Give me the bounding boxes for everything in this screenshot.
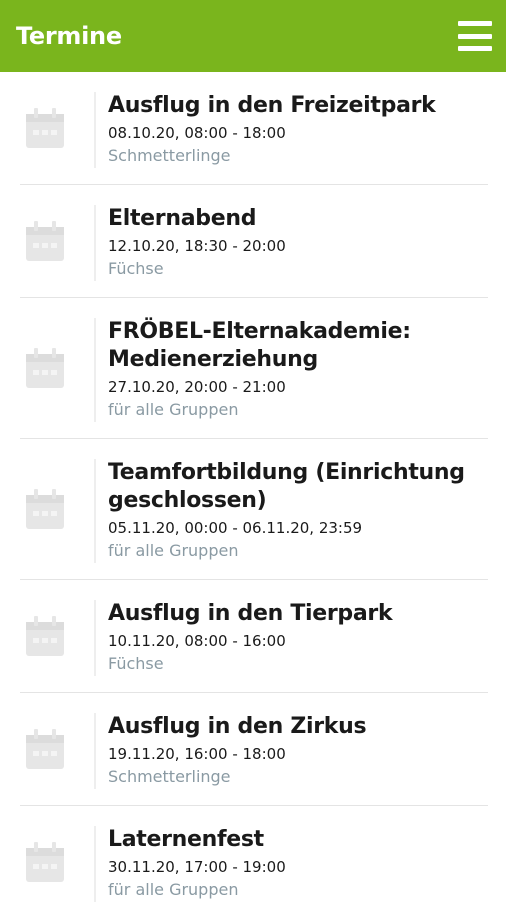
events-list: Ausflug in den Freizeitpark 08.10.20, 08…	[0, 72, 506, 918]
event-title: Ausflug in den Tierpark	[108, 601, 393, 626]
calendar-icon	[20, 185, 94, 297]
event-title: Teamfortbildung (Einrichtung geschlossen…	[108, 460, 465, 513]
event-time: 05.11.20, 00:00 - 06.11.20, 23:59	[108, 519, 363, 537]
event-item[interactable]: Ausflug in den Tierpark 10.11.20, 08:00 …	[20, 580, 488, 693]
calendar-icon	[20, 72, 94, 184]
event-details: Elternabend 12.10.20, 18:30 - 20:00 Füch…	[94, 205, 488, 281]
event-title: Ausflug in den Zirkus	[108, 714, 367, 739]
event-item[interactable]: Ausflug in den Zirkus 19.11.20, 16:00 - …	[20, 693, 488, 806]
event-item[interactable]: Ausflug in den Freizeitpark 08.10.20, 08…	[20, 72, 488, 185]
event-group: Füchse	[108, 654, 164, 673]
event-title: Elternabend	[108, 206, 257, 231]
event-title: Laternenfest	[108, 827, 264, 852]
event-time: 08.10.20, 08:00 - 18:00	[108, 124, 286, 142]
event-details: Ausflug in den Zirkus 19.11.20, 16:00 - …	[94, 713, 488, 789]
hamburger-menu-icon[interactable]	[458, 19, 492, 53]
event-title: Ausflug in den Freizeitpark	[108, 93, 436, 118]
app-header: Termine	[0, 0, 506, 72]
event-item[interactable]: Elternabend 12.10.20, 18:30 - 20:00 Füch…	[20, 185, 488, 298]
event-time: 30.11.20, 17:00 - 19:00	[108, 858, 286, 876]
event-item[interactable]: Teamfortbildung (Einrichtung geschlossen…	[20, 439, 488, 580]
event-details: Ausflug in den Tierpark 10.11.20, 08:00 …	[94, 600, 488, 676]
event-time: 19.11.20, 16:00 - 18:00	[108, 745, 286, 763]
event-item[interactable]: Laternenfest 30.11.20, 17:00 - 19:00 für…	[20, 806, 488, 918]
event-time: 27.10.20, 20:00 - 21:00	[108, 378, 286, 396]
calendar-icon	[20, 806, 94, 918]
event-details: FRÖBEL-Elternakademie: Medienerziehung 2…	[94, 318, 488, 422]
event-time: 12.10.20, 18:30 - 20:00	[108, 237, 286, 255]
calendar-icon	[20, 298, 94, 438]
event-group: Füchse	[108, 259, 164, 278]
event-group: für alle Gruppen	[108, 400, 239, 419]
page-title: Termine	[16, 22, 122, 50]
event-time: 10.11.20, 08:00 - 16:00	[108, 632, 286, 650]
calendar-icon	[20, 580, 94, 692]
event-details: Ausflug in den Freizeitpark 08.10.20, 08…	[94, 92, 488, 168]
calendar-icon	[20, 693, 94, 805]
event-title: FRÖBEL-Elternakademie: Medienerziehung	[108, 319, 411, 372]
calendar-icon	[20, 439, 94, 579]
event-group: für alle Gruppen	[108, 880, 239, 899]
event-details: Teamfortbildung (Einrichtung geschlossen…	[94, 459, 488, 563]
event-item[interactable]: FRÖBEL-Elternakademie: Medienerziehung 2…	[20, 298, 488, 439]
event-group: Schmetterlinge	[108, 767, 231, 786]
event-details: Laternenfest 30.11.20, 17:00 - 19:00 für…	[94, 826, 488, 902]
event-group: für alle Gruppen	[108, 541, 239, 560]
event-group: Schmetterlinge	[108, 146, 231, 165]
